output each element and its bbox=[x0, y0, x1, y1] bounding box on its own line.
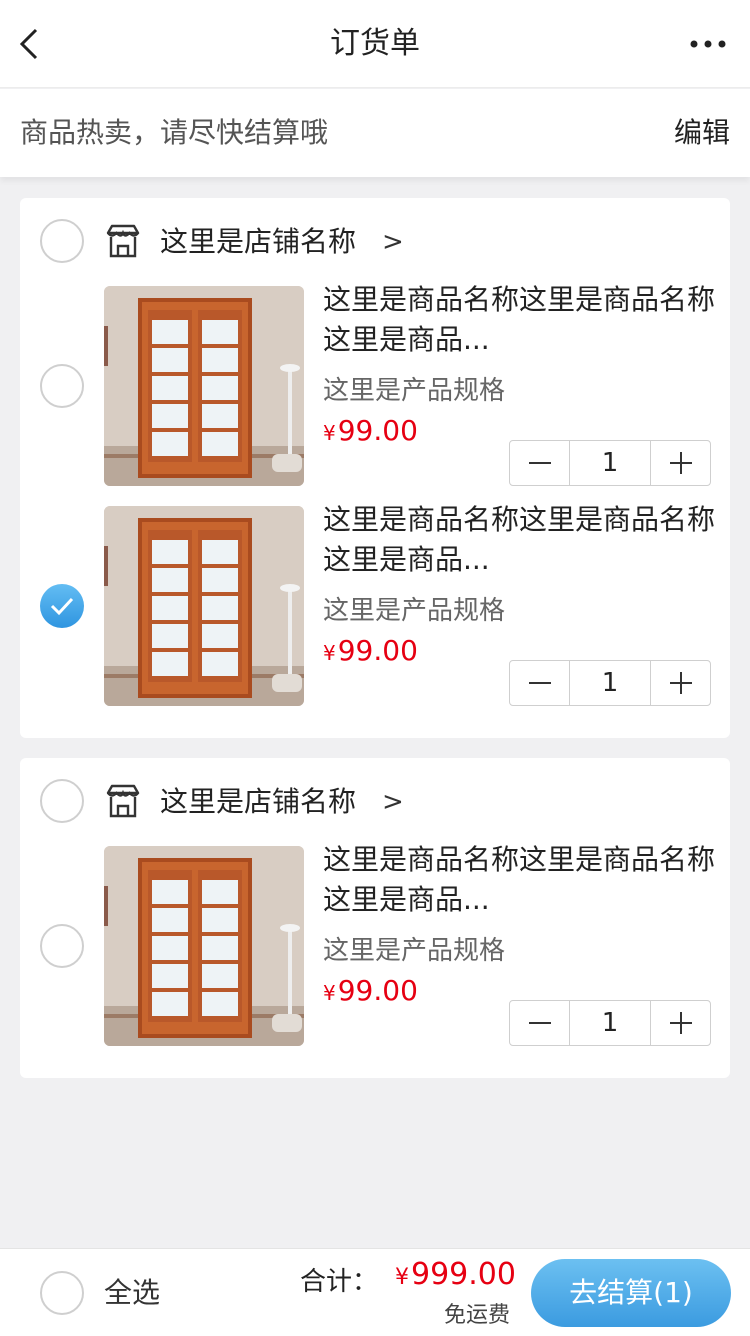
shop-header: 这里是店铺名称 > bbox=[20, 758, 730, 846]
minus-icon[interactable] bbox=[510, 661, 570, 705]
currency-symbol: ¥ bbox=[323, 641, 336, 665]
plus-icon[interactable] bbox=[650, 1001, 710, 1045]
total-label: 合计： bbox=[300, 1267, 379, 1297]
item-select-radio-checked[interactable] bbox=[40, 584, 84, 628]
shipping-note: 免运费 bbox=[443, 1303, 510, 1328]
plus-icon[interactable] bbox=[650, 441, 710, 485]
cart-item: 这里是商品名称这里是商品名称这里是商品... 这里是产品规格 ¥99.00 1 bbox=[20, 843, 730, 1046]
chevron-right-icon[interactable]: > bbox=[382, 758, 404, 846]
price-value: 99.00 bbox=[337, 414, 418, 447]
product-name[interactable]: 这里是商品名称这里是商品名称这里是商品... bbox=[323, 500, 718, 580]
quantity-value[interactable]: 1 bbox=[571, 1001, 649, 1045]
quantity-stepper: 1 bbox=[509, 440, 711, 486]
more-horizontal-icon[interactable] bbox=[686, 28, 730, 60]
nav-bar: 订货单 bbox=[0, 0, 750, 88]
product-image[interactable] bbox=[104, 506, 304, 706]
plus-icon[interactable] bbox=[650, 661, 710, 705]
total-price: ¥999.00 bbox=[395, 1257, 516, 1292]
shop-name[interactable]: 这里是店铺名称 bbox=[160, 198, 356, 286]
product-price: ¥99.00 bbox=[323, 634, 418, 667]
product-price: ¥99.00 bbox=[323, 974, 418, 1007]
notice-bar: 商品热卖，请尽快结算哦 编辑 bbox=[0, 89, 750, 177]
currency-symbol: ¥ bbox=[395, 1265, 409, 1290]
checkout-bar: 全选 合计： ¥999.00 免运费 去结算(1) bbox=[0, 1248, 750, 1336]
total-value: 999.00 bbox=[411, 1257, 516, 1292]
item-select-radio[interactable] bbox=[40, 364, 84, 408]
cart-item: 这里是商品名称这里是商品名称这里是商品... 这里是产品规格 ¥99.00 1 bbox=[20, 283, 730, 486]
quantity-value[interactable]: 1 bbox=[571, 661, 649, 705]
price-value: 99.00 bbox=[337, 634, 418, 667]
product-price: ¥99.00 bbox=[323, 414, 418, 447]
minus-icon[interactable] bbox=[510, 1001, 570, 1045]
product-name[interactable]: 这里是商品名称这里是商品名称这里是商品... bbox=[323, 840, 718, 920]
shop-card: 这里是店铺名称 > 这里是商品名称这里是商品名称这里是商品... 这里是产品规格… bbox=[20, 758, 730, 1078]
checkout-button[interactable]: 去结算(1) bbox=[531, 1259, 731, 1327]
product-name[interactable]: 这里是商品名称这里是商品名称这里是商品... bbox=[323, 280, 718, 360]
quantity-stepper: 1 bbox=[509, 1000, 711, 1046]
edit-button[interactable]: 编辑 bbox=[674, 89, 730, 177]
product-spec: 这里是产品规格 bbox=[323, 936, 506, 966]
select-all-label[interactable]: 全选 bbox=[104, 1249, 160, 1336]
select-all-radio[interactable] bbox=[40, 1271, 84, 1315]
quantity-value[interactable]: 1 bbox=[571, 441, 649, 485]
shop-select-radio[interactable] bbox=[40, 219, 84, 263]
chevron-right-icon[interactable]: > bbox=[382, 198, 404, 286]
shop-header: 这里是店铺名称 > bbox=[20, 198, 730, 286]
price-value: 99.00 bbox=[337, 974, 418, 1007]
minus-icon[interactable] bbox=[510, 441, 570, 485]
notice-text: 商品热卖，请尽快结算哦 bbox=[20, 116, 329, 149]
item-select-radio[interactable] bbox=[40, 924, 84, 968]
product-image[interactable] bbox=[104, 286, 304, 486]
product-spec: 这里是产品规格 bbox=[323, 376, 506, 406]
shop-icon bbox=[104, 783, 142, 819]
shop-name[interactable]: 这里是店铺名称 bbox=[160, 758, 356, 846]
cart-item: 这里是商品名称这里是商品名称这里是商品... 这里是产品规格 ¥99.00 1 bbox=[20, 503, 730, 706]
product-spec: 这里是产品规格 bbox=[323, 596, 506, 626]
shop-card: 这里是店铺名称 > 这里是商品名称这里是商品名称这里是商品... 这里是产品规格… bbox=[20, 198, 730, 738]
product-image[interactable] bbox=[104, 846, 304, 1046]
currency-symbol: ¥ bbox=[323, 981, 336, 1005]
currency-symbol: ¥ bbox=[323, 421, 336, 445]
quantity-stepper: 1 bbox=[509, 660, 711, 706]
shop-select-radio[interactable] bbox=[40, 779, 84, 823]
page-title: 订货单 bbox=[330, 26, 420, 61]
cart-page: 订货单 商品热卖，请尽快结算哦 编辑 这里是店铺名称 > 这里是商品名称这里是商… bbox=[0, 0, 750, 1336]
shop-icon bbox=[104, 223, 142, 259]
